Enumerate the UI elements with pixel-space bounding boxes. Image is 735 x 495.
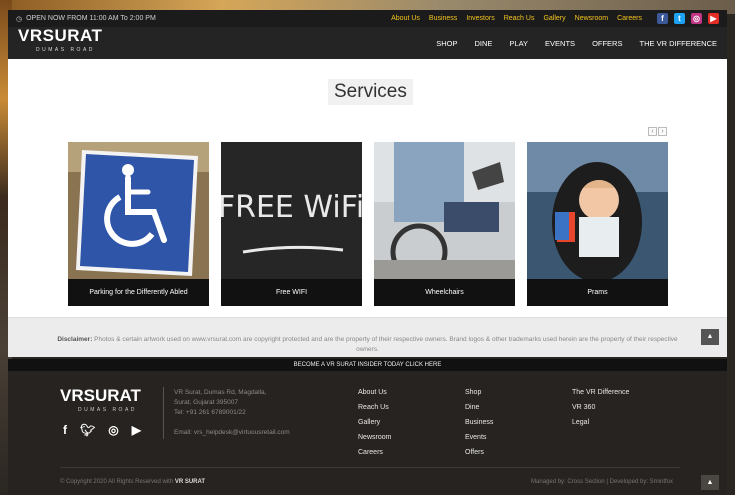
footer-scroll-top-button[interactable]: ▲: [701, 475, 719, 490]
disclaimer-text: Photos & certain artwork used on www.vrs…: [94, 336, 678, 353]
service-caption: Prams: [527, 279, 668, 306]
free-wifi-image: FREE WiFi: [221, 142, 362, 279]
footer: VRSURAT DUMAS ROAD f 🐦︎ ◎ ▶ VR Surat, Du…: [8, 371, 727, 495]
top-link-reach-us[interactable]: Reach Us: [504, 15, 535, 22]
footer-link-shop[interactable]: Shop: [465, 388, 493, 397]
footer-separator: [60, 467, 680, 468]
top-link-careers[interactable]: Careers: [617, 15, 642, 22]
service-card-wheelchairs[interactable]: Wheelchairs: [374, 142, 515, 306]
twitter-icon[interactable]: t: [674, 13, 685, 24]
insider-banner-link[interactable]: BECOME A VR SURAT INSIDER TODAY CLICK HE…: [8, 359, 727, 371]
footer-link-events[interactable]: Events: [465, 433, 493, 442]
logo-subtext: DUMAS ROAD: [36, 47, 95, 53]
opening-hours: ◷ OPEN NOW FROM 11:00 AM To 2:00 PM: [16, 15, 156, 23]
twitter-icon[interactable]: 🐦︎: [80, 423, 95, 437]
top-link-business[interactable]: Business: [429, 15, 457, 22]
nav-item-offers[interactable]: OFFERS: [592, 39, 622, 48]
footer-social-links: f 🐦︎ ◎ ▶: [63, 423, 141, 437]
managed-by: Managed by: Cross Section | Developed by…: [531, 479, 673, 485]
nav-item-vr-difference[interactable]: THE VR DIFFERENCE: [639, 39, 717, 48]
services-section: Services ‹ › Parking for the Differently…: [8, 59, 727, 357]
top-social-links: f t ◎ ▶: [657, 13, 719, 24]
service-card-prams[interactable]: Prams: [527, 142, 668, 306]
copyright-text: © Copyright 2020 All Rights Reserved wit…: [60, 479, 174, 485]
nav-links: SHOP DINE PLAY EVENTS OFFERS THE VR DIFF…: [436, 39, 717, 48]
copyright-brand: VR SURAT: [174, 479, 206, 485]
facebook-icon[interactable]: f: [63, 423, 67, 437]
nav-item-play[interactable]: PLAY: [509, 39, 528, 48]
top-bar: ◷ OPEN NOW FROM 11:00 AM To 2:00 PM Abou…: [8, 10, 727, 27]
top-link-newsroom[interactable]: Newsroom: [575, 15, 608, 22]
address-line: Surat, Gujarat 395007: [174, 399, 238, 406]
service-cards: Parking for the Differently Abled FREE W…: [68, 142, 668, 306]
nav-item-events[interactable]: EVENTS: [545, 39, 575, 48]
service-caption: Parking for the Differently Abled: [68, 279, 209, 306]
address-line: Tel: +91 261 6789001/22: [174, 409, 246, 416]
service-card-parking[interactable]: Parking for the Differently Abled: [68, 142, 209, 306]
youtube-icon[interactable]: ▶: [708, 13, 719, 24]
disclaimer: Disclaimer: Photos & certain artwork use…: [8, 317, 727, 357]
carousel-prev-button[interactable]: ‹: [648, 127, 657, 136]
top-link-gallery[interactable]: Gallery: [543, 15, 565, 22]
footer-logo[interactable]: VRSURAT DUMAS ROAD: [60, 387, 141, 417]
disclaimer-label: Disclaimer:: [57, 336, 93, 343]
footer-link-legal[interactable]: Legal: [572, 418, 629, 427]
footer-address: VR Surat, Dumas Rd, Magdalla, Surat, Guj…: [174, 388, 266, 418]
nav-item-dine[interactable]: DINE: [475, 39, 493, 48]
footer-divider: [163, 387, 164, 439]
footer-link-vr-difference[interactable]: The VR Difference: [572, 388, 629, 397]
service-caption: Free WIFI: [221, 279, 362, 306]
pram-image: [527, 142, 668, 282]
footer-link-newsroom[interactable]: Newsroom: [358, 433, 391, 442]
instagram-icon[interactable]: ◎: [691, 13, 702, 24]
footer-link-gallery[interactable]: Gallery: [358, 418, 391, 427]
copyright: © Copyright 2020 All Rights Reserved wit…: [60, 479, 205, 485]
scroll-top-button[interactable]: ▲: [701, 329, 719, 345]
footer-link-careers[interactable]: Careers: [358, 448, 391, 457]
footer-links-col-3: The VR Difference VR 360 Legal: [572, 388, 629, 427]
address-line: VR Surat, Dumas Rd, Magdalla,: [174, 389, 267, 396]
instagram-icon[interactable]: ◎: [108, 423, 118, 437]
footer-link-business[interactable]: Business: [465, 418, 493, 427]
footer-link-offers[interactable]: Offers: [465, 448, 493, 457]
footer-links-col-2: Shop Dine Business Events Offers: [465, 388, 493, 457]
carousel-next-button[interactable]: ›: [658, 127, 667, 136]
facebook-icon[interactable]: f: [657, 13, 668, 24]
footer-link-vr-360[interactable]: VR 360: [572, 403, 629, 412]
page-title: Services: [328, 79, 413, 105]
footer-link-reach-us[interactable]: Reach Us: [358, 403, 391, 412]
clock-icon: ◷: [16, 15, 23, 23]
opening-hours-text: OPEN NOW FROM 11:00 AM To 2:00 PM: [26, 15, 156, 22]
wheelchair-image: [374, 142, 515, 281]
youtube-icon[interactable]: ▶: [132, 423, 141, 437]
main-nav: VRSURAT DUMAS ROAD SHOP DINE PLAY EVENTS…: [8, 27, 727, 59]
footer-logo-subtext: DUMAS ROAD: [78, 407, 137, 413]
footer-links-col-1: About Us Reach Us Gallery Newsroom Caree…: [358, 388, 391, 457]
top-link-about[interactable]: About Us: [391, 15, 420, 22]
nav-item-shop[interactable]: SHOP: [436, 39, 457, 48]
footer-link-dine[interactable]: Dine: [465, 403, 493, 412]
top-link-investors[interactable]: Investors: [466, 15, 494, 22]
free-wifi-image-text: FREE WiFi: [221, 190, 362, 225]
footer-link-about[interactable]: About Us: [358, 388, 391, 397]
site-logo[interactable]: VRSURAT DUMAS ROAD: [18, 27, 102, 57]
carousel-pager: ‹ ›: [648, 127, 667, 136]
accessible-parking-image: [68, 142, 209, 279]
service-card-wifi[interactable]: FREE WiFi Free WIFI: [221, 142, 362, 306]
top-links: About Us Business Investors Reach Us Gal…: [391, 13, 719, 24]
service-caption: Wheelchairs: [374, 279, 515, 306]
footer-email[interactable]: Email: vrs_helpdesk@virtuousretail.com: [174, 429, 290, 436]
